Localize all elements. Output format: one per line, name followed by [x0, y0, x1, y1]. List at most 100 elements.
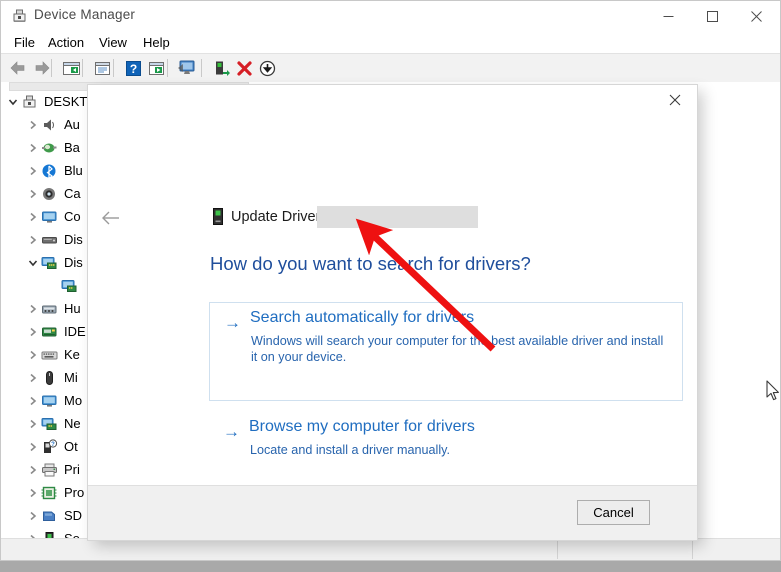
mouse-icon — [41, 370, 58, 386]
chevron-down-icon[interactable] — [25, 255, 41, 271]
status-bar-separator — [692, 540, 693, 559]
close-button[interactable] — [734, 1, 778, 31]
chevron-right-icon[interactable] — [25, 439, 41, 455]
tree-row-label: Ba — [64, 140, 80, 155]
network-adapter-icon — [41, 416, 58, 432]
browse-my-computer-option[interactable]: → Browse my computer for drivers Locate … — [209, 418, 683, 466]
dialog-footer: Cancel — [88, 485, 697, 540]
monitor-icon — [41, 209, 58, 225]
bluetooth-icon — [41, 163, 58, 180]
monitor-icon — [41, 393, 58, 409]
tree-row-label: IDE — [64, 324, 86, 339]
toolbar-separator — [113, 59, 114, 77]
view-details-button[interactable] — [144, 56, 168, 80]
svg-text:?: ? — [129, 62, 136, 76]
menu-item-file[interactable]: File — [9, 34, 40, 51]
update-driver-device-icon — [212, 208, 224, 225]
printer-icon — [41, 462, 58, 478]
status-bar-separator — [557, 540, 558, 559]
tree-row-label: Ot — [64, 439, 78, 454]
dialog-close-button[interactable] — [652, 85, 697, 115]
cancel-button[interactable]: Cancel — [577, 500, 650, 525]
tree-row-label: Blu — [64, 163, 83, 178]
chevron-down-icon[interactable] — [5, 94, 21, 110]
uninstall-device-button[interactable] — [232, 56, 256, 80]
chevron-right-icon[interactable] — [25, 232, 41, 248]
disable-device-button[interactable] — [255, 56, 279, 80]
tree-row-label: Dis — [64, 232, 83, 247]
display-adapter-icon — [41, 255, 58, 271]
chevron-right-icon[interactable] — [25, 163, 41, 179]
back-button[interactable] — [6, 56, 30, 80]
properties-button[interactable] — [90, 56, 114, 80]
speaker-icon — [41, 117, 58, 133]
camera-icon — [41, 186, 58, 202]
status-bar — [1, 538, 780, 560]
device-manager-icon — [11, 8, 28, 24]
tree-row-label: Hu — [64, 301, 81, 316]
toolbar-separator — [167, 59, 168, 77]
tree-row-label: Ne — [64, 416, 81, 431]
chevron-right-icon[interactable] — [25, 209, 41, 225]
arrow-right-icon: → — [224, 313, 241, 332]
chevron-right-icon[interactable] — [25, 370, 41, 386]
tree-row-label: SD — [64, 508, 83, 523]
menu-bar: File Action View Help — [1, 31, 780, 53]
svg-text:?: ? — [51, 442, 55, 448]
chevron-right-icon[interactable] — [25, 416, 41, 432]
update-driver-button[interactable] — [209, 56, 233, 80]
chevron-right-icon[interactable] — [25, 186, 41, 202]
dialog-heading: How do you want to search for drivers? — [210, 253, 531, 274]
mouse-cursor — [766, 380, 779, 401]
browse-my-computer-title: Browse my computer for drivers — [249, 418, 475, 435]
tree-row-label: Dis — [64, 255, 83, 270]
arrow-right-icon: → — [223, 422, 240, 441]
search-automatically-option[interactable]: → Search automatically for drivers Windo… — [209, 302, 683, 401]
search-automatically-title: Search automatically for drivers — [250, 309, 475, 326]
tree-row-label: Pri — [64, 462, 80, 477]
chevron-right-icon[interactable] — [25, 393, 41, 409]
toolbar-separator — [201, 59, 202, 77]
show-hide-console-tree-button[interactable] — [59, 56, 83, 80]
tree-row-label: Pro — [64, 485, 85, 500]
tree-row-label: Au — [64, 117, 80, 132]
chevron-right-icon[interactable] — [25, 117, 41, 133]
chevron-right-icon[interactable] — [25, 462, 41, 478]
menu-item-help[interactable]: Help — [138, 34, 175, 51]
tree-row-label: DESKT — [44, 94, 88, 109]
menu-item-action[interactable]: Action — [43, 34, 89, 51]
menu-item-view[interactable]: View — [94, 34, 132, 51]
sd-host-icon — [41, 508, 58, 524]
dialog-back-button[interactable] — [98, 205, 124, 231]
display-adapter-child-icon — [61, 278, 78, 294]
tree-row-label: Ke — [64, 347, 80, 362]
chevron-right-icon[interactable] — [25, 347, 41, 363]
scan-hardware-changes-button[interactable] — [175, 56, 199, 80]
help-button[interactable]: ? — [121, 56, 145, 80]
battery-icon — [41, 140, 58, 156]
tree-row-label: Co — [64, 209, 81, 224]
search-automatically-description: Windows will search your computer for th… — [251, 334, 664, 364]
toolbar: ? — [1, 53, 780, 83]
computer-icon — [21, 94, 38, 110]
redacted-device-name — [317, 206, 478, 228]
tree-row-label: Mo — [64, 393, 83, 408]
other-device-icon: ? — [41, 438, 58, 455]
ide-controller-icon — [41, 324, 58, 340]
chevron-right-icon[interactable] — [25, 508, 41, 524]
tree-row-label: Mi — [64, 370, 78, 385]
title-bar: Device Manager — [1, 1, 780, 31]
chevron-right-icon[interactable] — [25, 301, 41, 317]
browse-my-computer-description: Locate and install a driver manually. — [250, 443, 450, 457]
maximize-button[interactable] — [690, 1, 734, 31]
update-drivers-dialog: Update Drivers - How do you want to sear… — [88, 85, 697, 540]
disk-drive-icon — [41, 232, 58, 248]
chevron-right-icon[interactable] — [25, 140, 41, 156]
toolbar-separator — [82, 59, 83, 77]
chevron-right-icon[interactable] — [25, 485, 41, 501]
clipped-background-text — [0, 561, 781, 572]
chevron-right-icon[interactable] — [25, 324, 41, 340]
processor-icon — [41, 485, 58, 501]
minimize-button[interactable] — [646, 1, 690, 31]
